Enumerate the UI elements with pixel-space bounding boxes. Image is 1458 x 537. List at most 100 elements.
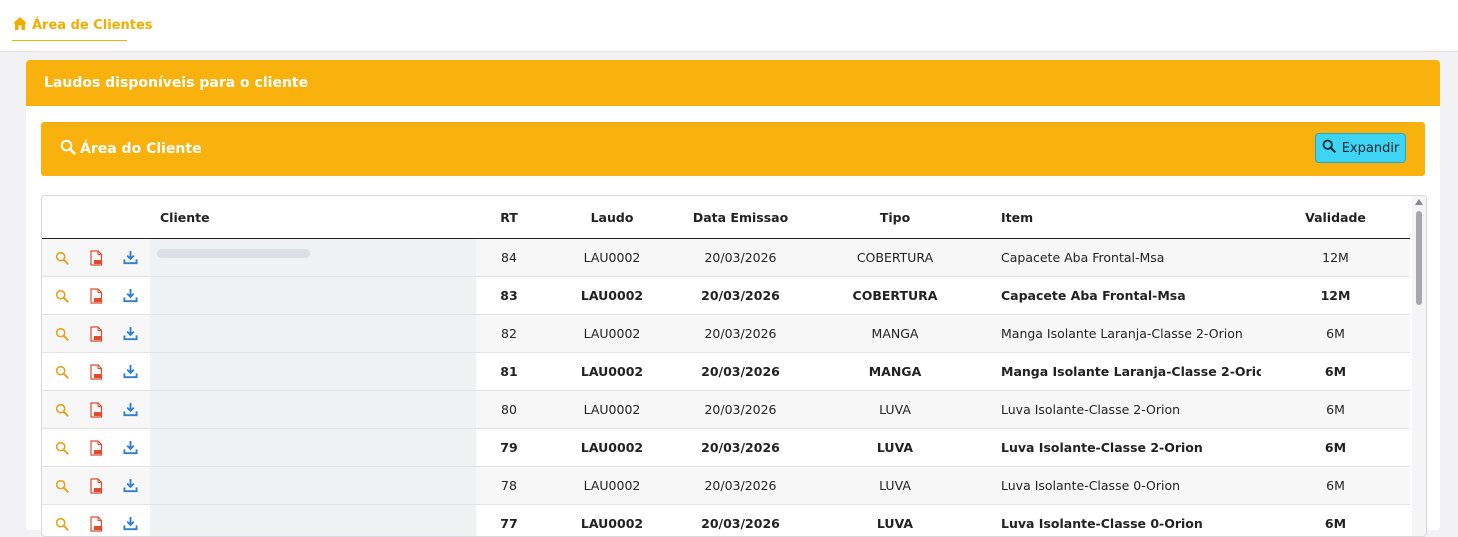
cell-cliente: [150, 505, 476, 537]
download-icon[interactable]: [118, 440, 142, 455]
cell-cliente: [150, 353, 476, 391]
download-icon[interactable]: [118, 288, 142, 303]
row-actions: [42, 505, 150, 537]
actions-column-header: [42, 196, 150, 239]
cell-tipo: COBERTURA: [799, 277, 991, 315]
cell-cliente: [150, 315, 476, 353]
reports-table: Cliente RT Laudo Data Emissao Tipo Item …: [42, 196, 1410, 537]
cell-cliente: [150, 391, 476, 429]
table-row[interactable]: 80LAU000220/03/2026LUVALuva Isolante-Cla…: [42, 391, 1410, 429]
cell-item: Capacete Aba Frontal-Msa: [991, 277, 1261, 315]
download-icon[interactable]: [118, 250, 142, 265]
scroll-up-arrow[interactable]: [1415, 199, 1423, 205]
pdf-file-icon[interactable]: [84, 326, 108, 342]
magnifier-icon[interactable]: [50, 479, 74, 493]
cell-laudo: LAU0002: [542, 239, 682, 277]
reports-panel: Laudos disponíveis para o cliente Área d…: [26, 60, 1440, 530]
pdf-file-icon[interactable]: [84, 440, 108, 456]
cell-cliente: [150, 277, 476, 315]
cell-laudo: LAU0002: [542, 429, 682, 467]
cell-tipo: LUVA: [799, 505, 991, 537]
cell-item: Manga Isolante Laranja-Classe 2-Orion: [991, 353, 1261, 391]
table-row[interactable]: 81LAU000220/03/2026MANGAManga Isolante L…: [42, 353, 1410, 391]
magnifier-icon[interactable]: [50, 251, 74, 265]
vertical-scrollbar[interactable]: [1412, 196, 1426, 536]
magnifier-icon[interactable]: [50, 403, 74, 417]
pdf-file-icon[interactable]: [84, 250, 108, 266]
magnifier-icon[interactable]: [50, 327, 74, 341]
download-icon[interactable]: [118, 478, 142, 493]
pdf-file-icon[interactable]: [84, 402, 108, 418]
download-icon[interactable]: [118, 326, 142, 341]
pdf-file-icon[interactable]: [84, 516, 108, 532]
row-actions: [42, 429, 150, 467]
reports-table-container: Cliente RT Laudo Data Emissao Tipo Item …: [41, 195, 1427, 537]
cell-item: Luva Isolante-Classe 0-Orion: [991, 505, 1261, 537]
home-icon: [12, 16, 28, 35]
top-navigation: Área de Clientes: [0, 0, 1458, 52]
tab-label: Área de Clientes: [32, 18, 153, 33]
cell-rt: 83: [476, 277, 542, 315]
row-actions: [42, 315, 150, 353]
client-area-header: Área do Cliente Expandir: [41, 122, 1425, 176]
cell-item: Manga Isolante Laranja-Classe 2-Orion: [991, 315, 1261, 353]
expand-button-label: Expandir: [1342, 141, 1400, 156]
active-tab-indicator: [12, 40, 127, 41]
cell-validade: 12M: [1261, 277, 1410, 315]
cell-validade: 6M: [1261, 391, 1410, 429]
table-row[interactable]: 79LAU000220/03/2026LUVALuva Isolante-Cla…: [42, 429, 1410, 467]
cell-validade: 12M: [1261, 239, 1410, 277]
row-actions: [42, 277, 150, 315]
column-header-laudo[interactable]: Laudo: [542, 196, 682, 239]
table-row[interactable]: 83LAU000220/03/2026COBERTURACapacete Aba…: [42, 277, 1410, 315]
cell-rt: 78: [476, 467, 542, 505]
cell-laudo: LAU0002: [542, 353, 682, 391]
column-header-rt[interactable]: RT: [476, 196, 542, 239]
cell-data-emissao: 20/03/2026: [682, 505, 799, 537]
cell-rt: 79: [476, 429, 542, 467]
column-header-validade[interactable]: Validade: [1261, 196, 1410, 239]
download-icon[interactable]: [118, 516, 142, 531]
expand-button[interactable]: Expandir: [1315, 133, 1406, 163]
column-header-item[interactable]: Item: [991, 196, 1261, 239]
magnifier-icon[interactable]: [50, 365, 74, 379]
pdf-file-icon[interactable]: [84, 288, 108, 304]
search-icon: [60, 139, 76, 159]
cell-data-emissao: 20/03/2026: [682, 315, 799, 353]
column-header-tipo[interactable]: Tipo: [799, 196, 991, 239]
pdf-file-icon[interactable]: [84, 478, 108, 494]
table-row[interactable]: 78LAU000220/03/2026LUVALuva Isolante-Cla…: [42, 467, 1410, 505]
cell-tipo: COBERTURA: [799, 239, 991, 277]
magnifier-icon[interactable]: [50, 517, 74, 531]
cell-tipo: LUVA: [799, 467, 991, 505]
column-header-cliente[interactable]: Cliente: [150, 196, 476, 239]
cell-cliente: [150, 467, 476, 505]
column-header-data-emissao[interactable]: Data Emissao: [682, 196, 799, 239]
cell-validade: 6M: [1261, 353, 1410, 391]
cell-tipo: MANGA: [799, 353, 991, 391]
download-icon[interactable]: [118, 402, 142, 417]
cell-data-emissao: 20/03/2026: [682, 467, 799, 505]
row-actions: [42, 353, 150, 391]
scrollbar-thumb[interactable]: [1416, 211, 1422, 305]
tab-area-de-clientes[interactable]: Área de Clientes: [12, 10, 153, 40]
cell-laudo: LAU0002: [542, 315, 682, 353]
panel-title: Laudos disponíveis para o cliente: [44, 75, 308, 91]
cell-data-emissao: 20/03/2026: [682, 353, 799, 391]
table-row[interactable]: 77LAU000220/03/2026LUVALuva Isolante-Cla…: [42, 505, 1410, 537]
client-area-title: Área do Cliente: [60, 122, 202, 176]
cell-data-emissao: 20/03/2026: [682, 391, 799, 429]
table-row[interactable]: 82LAU000220/03/2026MANGAManga Isolante L…: [42, 315, 1410, 353]
download-icon[interactable]: [118, 364, 142, 379]
cell-data-emissao: 20/03/2026: [682, 277, 799, 315]
pdf-file-icon[interactable]: [84, 364, 108, 380]
cell-tipo: LUVA: [799, 391, 991, 429]
magnifier-icon[interactable]: [50, 289, 74, 303]
table-header-row: Cliente RT Laudo Data Emissao Tipo Item …: [42, 196, 1410, 239]
magnifier-icon[interactable]: [50, 441, 74, 455]
cell-tipo: LUVA: [799, 429, 991, 467]
cell-item: Capacete Aba Frontal-Msa: [991, 239, 1261, 277]
cell-tipo: MANGA: [799, 315, 991, 353]
cell-rt: 81: [476, 353, 542, 391]
cell-laudo: LAU0002: [542, 467, 682, 505]
